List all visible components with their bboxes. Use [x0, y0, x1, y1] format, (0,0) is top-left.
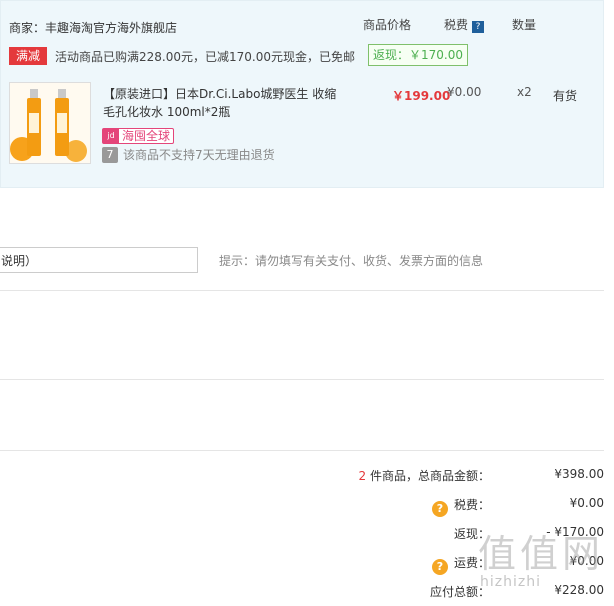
- divider-3: [0, 450, 604, 451]
- item-quantity: x2: [517, 85, 532, 99]
- divider-2: [0, 379, 604, 380]
- product-image[interactable]: [9, 82, 91, 164]
- column-qty-header: 数量: [512, 18, 537, 32]
- item-tax: ¥0.00: [447, 85, 482, 99]
- product-bottles-icon: [10, 83, 90, 163]
- global-badge: jd 海囤全球: [102, 128, 175, 144]
- item-price: ￥199.00: [392, 89, 451, 103]
- summary-total: ¥398.00: [554, 467, 604, 481]
- column-tax-header: 税费?: [444, 16, 485, 33]
- summary-count-label: 2 件商品，总商品金额：: [359, 467, 490, 484]
- summary-payable: ¥228.00: [554, 583, 604, 597]
- question-icon[interactable]: ?: [431, 559, 448, 575]
- summary-tax-label: ? 税费：: [431, 496, 490, 517]
- order-message-input[interactable]: [0, 247, 198, 273]
- watermark: 值值网: [478, 532, 605, 576]
- item-count-text: 件商品，总商品金额：: [366, 469, 490, 483]
- merchant-name[interactable]: 商家：丰趣海淘官方海外旗舰店: [9, 19, 177, 36]
- stock-status: 有货: [553, 89, 578, 103]
- question-icon[interactable]: ?: [431, 501, 448, 517]
- promo-text: 活动商品已购满228.00元，已减170.00元现金，已免邮: [55, 50, 355, 64]
- question-icon[interactable]: ?: [472, 21, 485, 33]
- order-item-panel: 商家：丰趣海淘官方海外旗舰店 商品价格 税费? 数量 满减 活动商品已购满228…: [0, 0, 604, 188]
- promo-tag: 满减: [9, 47, 47, 65]
- product-name-link[interactable]: 【原装进口】日本Dr.Ci.Labo城野医生 收缩毛孔化妆水 100ml*2瓶: [103, 85, 348, 121]
- no-return-text: 该商品不支持7天无理由退货: [123, 148, 275, 162]
- jd-global-icon: jd: [103, 129, 119, 143]
- message-hint: 提示：请勿填写有关支付、收货、发票方面的信息: [219, 254, 484, 268]
- watermark-sub: hizhizhi: [480, 574, 541, 590]
- global-badge-label: 海囤全球: [122, 129, 171, 143]
- no-return-icon: 7: [102, 146, 118, 163]
- column-tax-label: 税费: [444, 18, 469, 32]
- rebate-badge: 返现：￥170.00: [368, 44, 468, 66]
- no-return-notice: 7 该商品不支持7天无理由退货: [102, 146, 275, 163]
- tax-label-text: 税费：: [453, 498, 490, 512]
- summary-tax: ¥0.00: [569, 496, 604, 510]
- divider-1: [0, 290, 604, 291]
- column-price-header: 商品价格: [363, 18, 412, 32]
